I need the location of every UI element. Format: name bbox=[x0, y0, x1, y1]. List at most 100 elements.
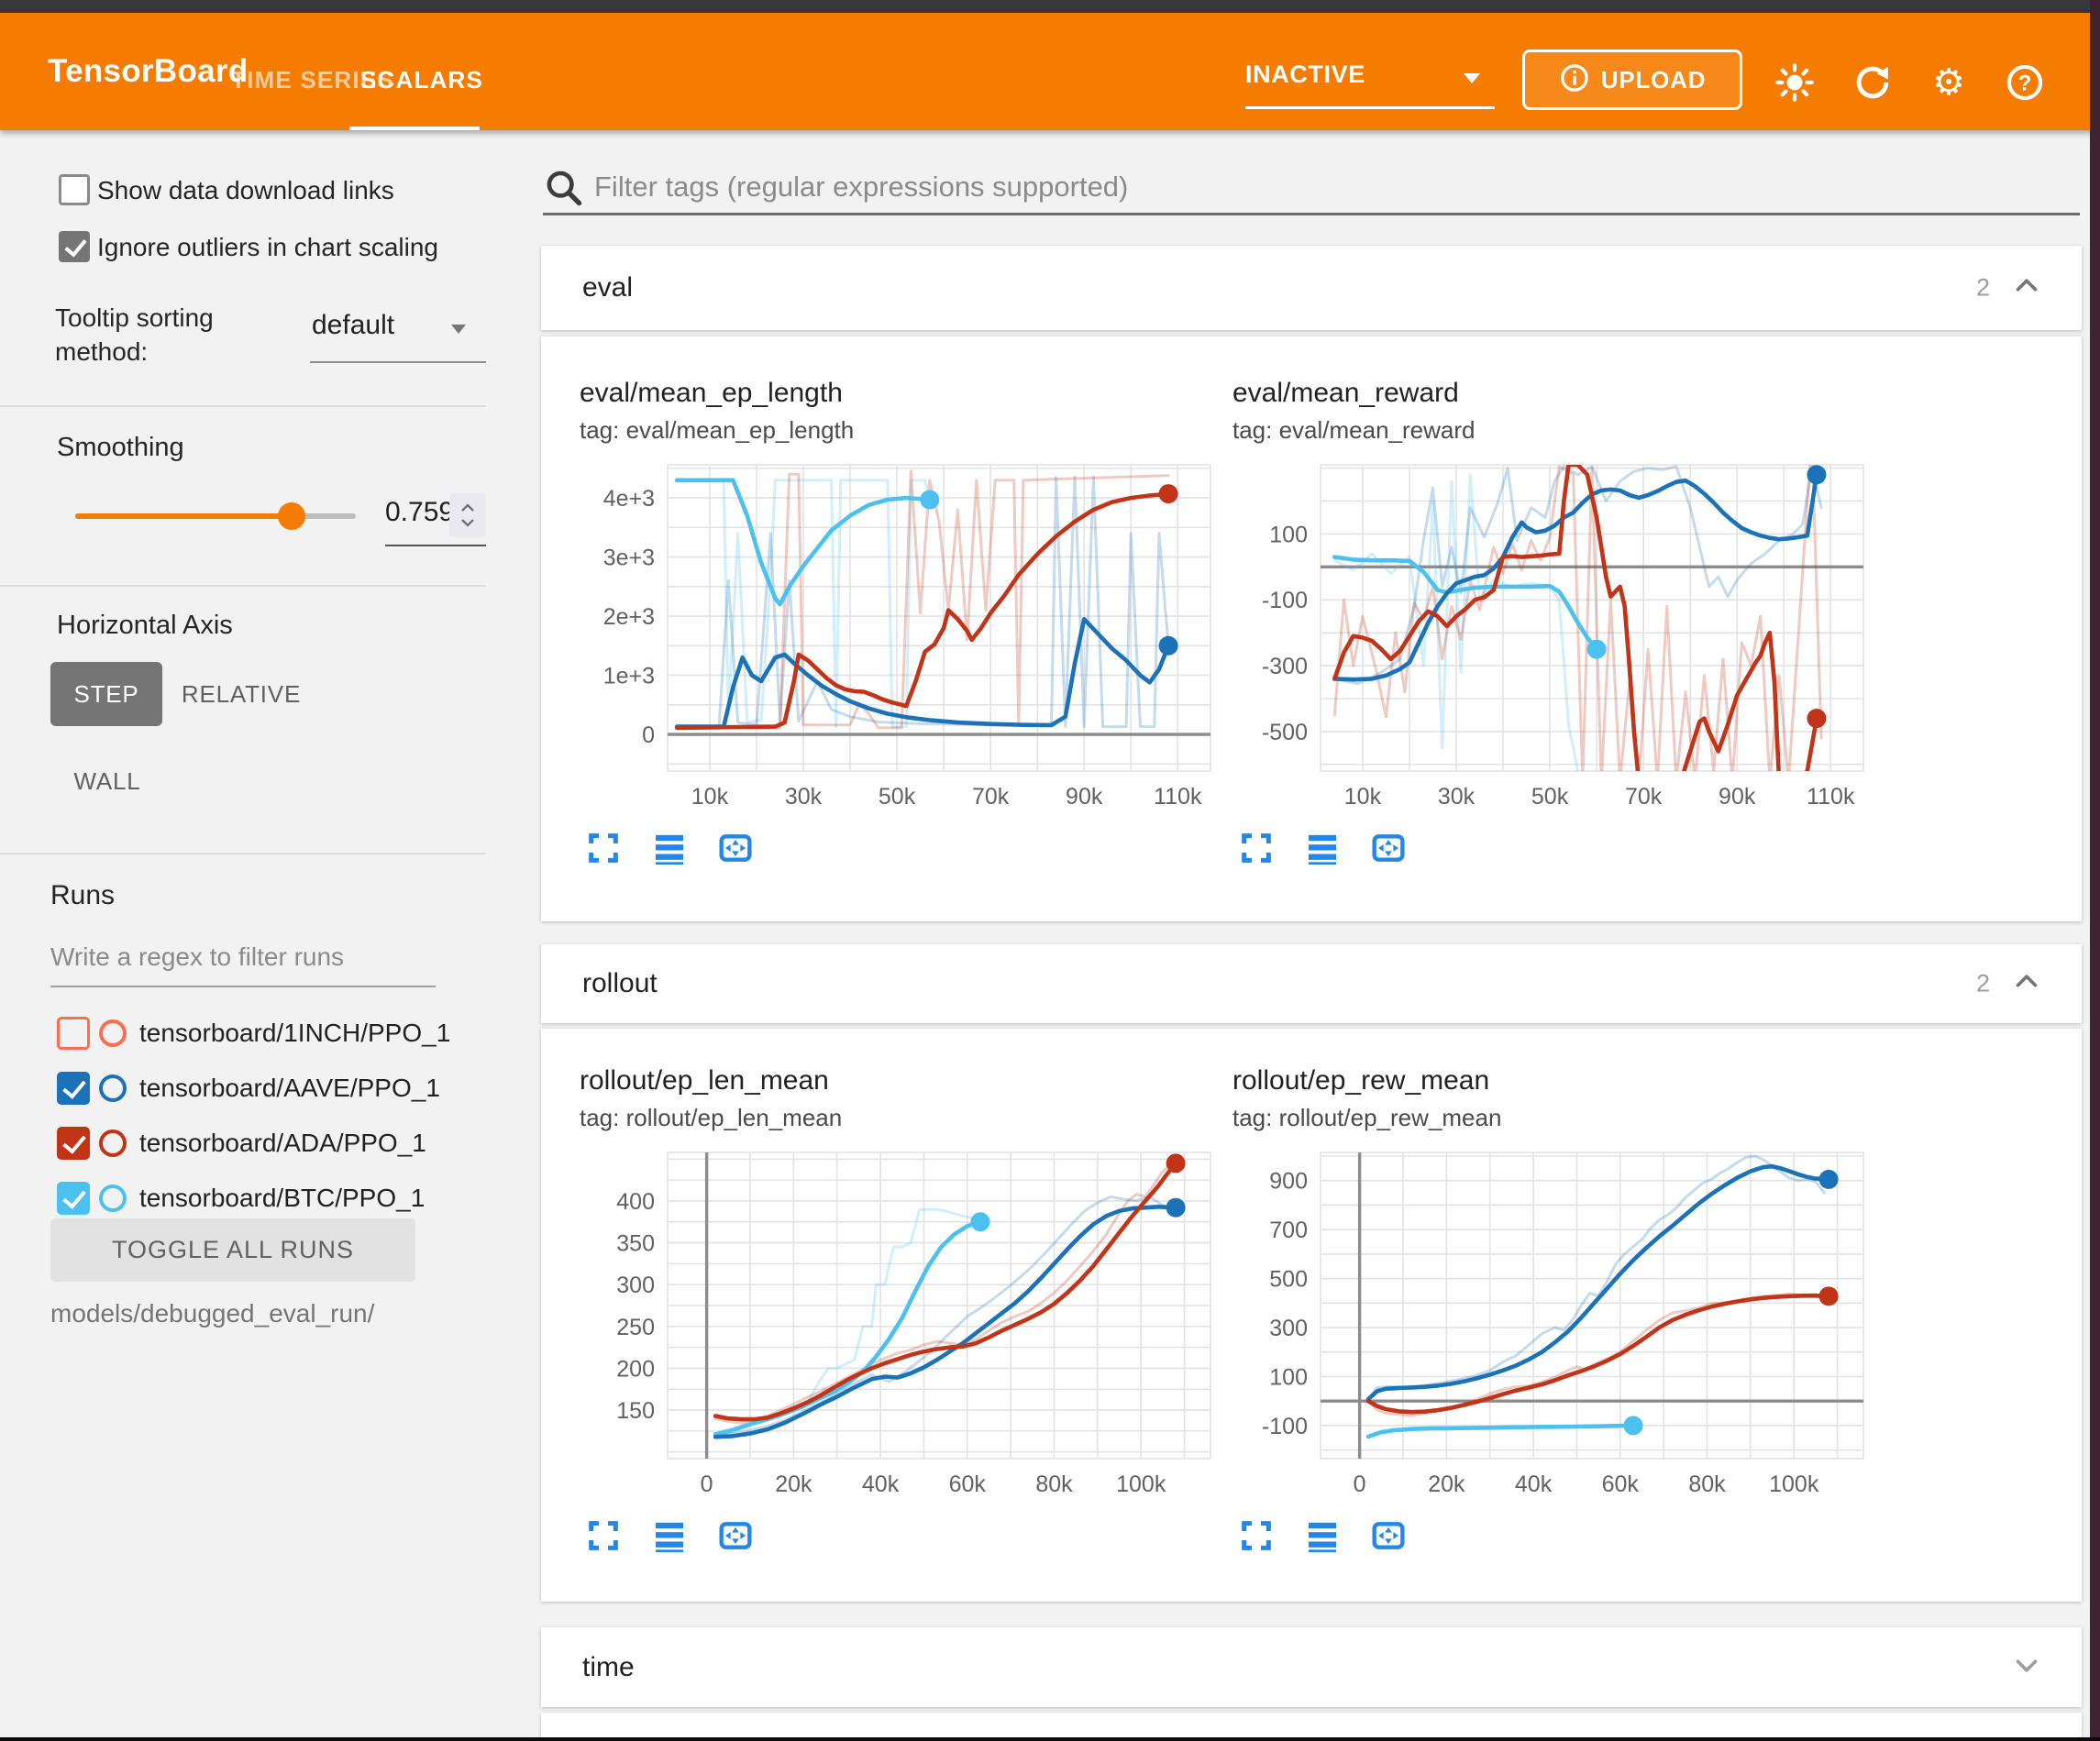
svg-text:70k: 70k bbox=[972, 784, 1010, 810]
run-checkbox[interactable] bbox=[57, 1182, 90, 1215]
run-label[interactable]: tensorboard/ADA/PPO_1 bbox=[139, 1129, 426, 1158]
status-dropdown[interactable]: INACTIVE bbox=[1245, 61, 1365, 89]
svg-text:40k: 40k bbox=[862, 1471, 900, 1497]
fit-domain-icon[interactable] bbox=[717, 830, 754, 866]
svg-text:100: 100 bbox=[1269, 522, 1308, 547]
svg-text:80k: 80k bbox=[1688, 1471, 1726, 1497]
runs-base-path: models/debugged_eval_run/ bbox=[50, 1299, 374, 1328]
tab-scalars[interactable]: SCALARS bbox=[360, 66, 483, 94]
chart-tag: tag: rollout/ep_len_mean bbox=[580, 1104, 1232, 1132]
svg-text:3e+3: 3e+3 bbox=[603, 545, 655, 571]
svg-text:110k: 110k bbox=[1807, 784, 1855, 810]
svg-text:10k: 10k bbox=[691, 784, 729, 810]
run-row-aave[interactable]: tensorboard/AAVE/PPO_1 bbox=[0, 1063, 486, 1114]
svg-text:90k: 90k bbox=[1719, 784, 1756, 810]
fullscreen-icon[interactable] bbox=[585, 1517, 622, 1554]
svg-text:500: 500 bbox=[1269, 1267, 1308, 1293]
chart-tag: tag: rollout/ep_rew_mean bbox=[1232, 1104, 1885, 1132]
svg-text:150: 150 bbox=[616, 1398, 655, 1424]
chart-rollout-ep-rew-mean: rollout/ep_rew_mean tag: rollout/ep_rew_… bbox=[1232, 1065, 1885, 1554]
chevron-down-icon[interactable] bbox=[451, 325, 466, 334]
help-icon[interactable]: ? bbox=[2004, 61, 2046, 104]
fullscreen-icon[interactable] bbox=[1238, 1517, 1275, 1554]
tensorboard-app: TensorBoard TIME SERIES SCALARS INACTIVE… bbox=[0, 0, 2100, 1741]
run-color-indicator bbox=[99, 1185, 127, 1212]
runs-filter-input[interactable]: Write a regex to filter runs bbox=[50, 942, 344, 972]
chevron-up-icon[interactable] bbox=[2010, 270, 2043, 307]
chart-title: eval/mean_reward bbox=[1232, 378, 1885, 409]
chart-title: eval/mean_ep_length bbox=[580, 378, 1232, 409]
chart-title: rollout/ep_rew_mean bbox=[1232, 1065, 1885, 1096]
smoothing-stepper[interactable] bbox=[449, 493, 486, 537]
section-header-time[interactable]: time bbox=[541, 1627, 2082, 1707]
chevron-down-icon[interactable] bbox=[2010, 1648, 2043, 1686]
run-label[interactable]: tensorboard/AAVE/PPO_1 bbox=[139, 1074, 440, 1103]
svg-text:30k: 30k bbox=[785, 784, 823, 810]
data-series-icon[interactable] bbox=[651, 830, 688, 866]
ignore-outliers-label[interactable]: Ignore outliers in chart scaling bbox=[97, 233, 486, 262]
axis-wall-button[interactable]: WALL bbox=[57, 755, 158, 807]
chevron-up-icon bbox=[460, 503, 475, 512]
chevron-down-icon[interactable] bbox=[1464, 73, 1480, 83]
settings-gear-icon[interactable]: ⚙ bbox=[1928, 61, 1970, 104]
status-dropdown-underline bbox=[1245, 106, 1495, 109]
svg-text:50k: 50k bbox=[879, 784, 916, 810]
filter-tags-input[interactable]: Filter tags (regular expressions support… bbox=[594, 171, 1128, 204]
svg-text:-500: -500 bbox=[1262, 720, 1308, 745]
svg-text:-100: -100 bbox=[1262, 588, 1308, 613]
section-header-eval[interactable]: eval 2 bbox=[541, 246, 2082, 330]
run-label[interactable]: tensorboard/BTC/PPO_1 bbox=[139, 1184, 425, 1213]
run-color-indicator bbox=[99, 1074, 127, 1102]
run-row-1inch[interactable]: tensorboard/1INCH/PPO_1 bbox=[0, 1008, 486, 1059]
runs-label: Runs bbox=[50, 880, 115, 911]
info-icon bbox=[1559, 62, 1590, 98]
settings-sidebar: Show data download links Ignore outliers… bbox=[0, 130, 486, 1737]
run-row-btc[interactable]: tensorboard/BTC/PPO_1 bbox=[0, 1173, 486, 1224]
data-series-icon[interactable] bbox=[1304, 1517, 1341, 1554]
section-count: 2 bbox=[1976, 274, 1990, 303]
chart-eval-mean-reward: eval/mean_reward tag: eval/mean_reward 1… bbox=[1232, 378, 1885, 866]
svg-text:350: 350 bbox=[616, 1231, 655, 1257]
toggle-all-runs-button[interactable]: TOGGLE ALL RUNS bbox=[50, 1218, 415, 1282]
app-header: TensorBoard TIME SERIES SCALARS INACTIVE… bbox=[0, 13, 2100, 130]
line-chart[interactable]: 020k40k60k80k100k150200250300350400 bbox=[580, 1145, 1221, 1503]
fit-domain-icon[interactable] bbox=[1370, 830, 1407, 866]
run-checkbox[interactable] bbox=[57, 1072, 90, 1105]
horizontal-axis-label: Horizontal Axis bbox=[57, 611, 233, 641]
run-label[interactable]: tensorboard/1INCH/PPO_1 bbox=[139, 1019, 450, 1048]
fit-domain-icon[interactable] bbox=[717, 1517, 754, 1554]
fit-domain-icon[interactable] bbox=[1370, 1517, 1407, 1554]
axis-relative-button[interactable]: RELATIVE bbox=[172, 662, 310, 726]
run-checkbox[interactable] bbox=[57, 1017, 90, 1050]
upload-button[interactable]: UPLOAD bbox=[1522, 50, 1742, 110]
smoothing-label: Smoothing bbox=[57, 433, 184, 463]
refresh-icon[interactable] bbox=[1851, 61, 1894, 104]
ignore-outliers-checkbox[interactable] bbox=[59, 231, 90, 262]
fullscreen-icon[interactable] bbox=[585, 830, 622, 866]
line-chart[interactable]: 10k30k50k70k90k110k100-100-300-500 bbox=[1232, 457, 1874, 815]
brightness-icon[interactable] bbox=[1774, 61, 1816, 104]
chart-tag: tag: eval/mean_ep_length bbox=[580, 416, 1232, 445]
line-chart[interactable]: 10k30k50k70k90k110k01e+32e+33e+34e+3 bbox=[580, 457, 1221, 815]
svg-text:70k: 70k bbox=[1625, 784, 1663, 810]
smoothing-value[interactable]: 0.759 bbox=[385, 497, 454, 528]
axis-step-button[interactable]: STEP bbox=[50, 662, 162, 726]
line-chart[interactable]: 020k40k60k80k100k-100100300500700900 bbox=[1232, 1145, 1874, 1503]
show-download-links-checkbox[interactable] bbox=[59, 174, 90, 205]
data-series-icon[interactable] bbox=[1304, 830, 1341, 866]
svg-text:200: 200 bbox=[616, 1356, 655, 1382]
smoothing-slider-track-filled[interactable] bbox=[75, 513, 292, 519]
chevron-up-icon[interactable] bbox=[2010, 965, 2043, 1003]
chart-title: rollout/ep_len_mean bbox=[580, 1065, 1232, 1096]
vertical-scrollbar[interactable] bbox=[2090, 0, 2100, 1741]
run-row-ada[interactable]: tensorboard/ADA/PPO_1 bbox=[0, 1118, 486, 1169]
show-download-links-label[interactable]: Show data download links bbox=[97, 176, 394, 205]
section-header-rollout[interactable]: rollout 2 bbox=[541, 944, 2082, 1023]
data-series-icon[interactable] bbox=[651, 1517, 688, 1554]
smoothing-value-underline bbox=[385, 545, 486, 546]
run-checkbox[interactable] bbox=[57, 1127, 90, 1160]
svg-text:40k: 40k bbox=[1515, 1471, 1553, 1497]
fullscreen-icon[interactable] bbox=[1238, 830, 1275, 866]
tooltip-sorting-select[interactable]: default bbox=[312, 310, 394, 341]
smoothing-slider-thumb[interactable] bbox=[278, 502, 305, 530]
